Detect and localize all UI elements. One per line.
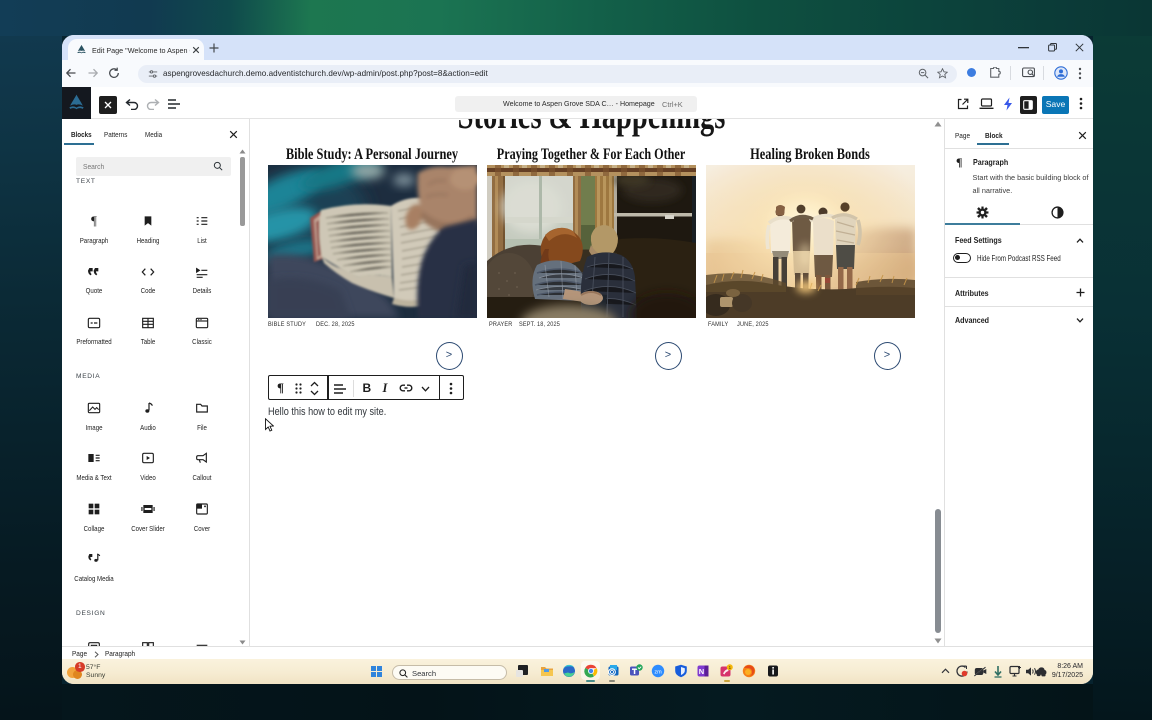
svg-text:1: 1 — [728, 665, 731, 671]
svg-text:¶: ¶ — [91, 214, 97, 228]
svg-text:zm: zm — [654, 669, 662, 675]
svg-text:N: N — [699, 667, 704, 676]
